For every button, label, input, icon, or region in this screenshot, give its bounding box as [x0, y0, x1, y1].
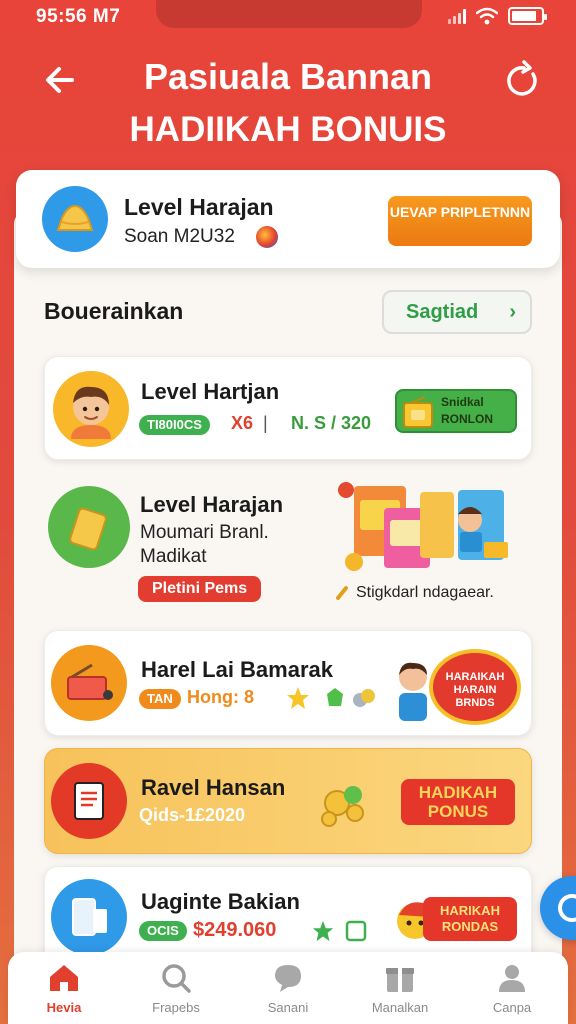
status-icons	[448, 7, 547, 25]
sparkle-icon	[336, 586, 348, 600]
status-bar: 95:56 M7	[0, 0, 576, 34]
nav-label: Sanani	[267, 1000, 309, 1015]
reward-card-3[interactable]: Harel Lai Bamarak TAN Hong: 8 HARAIKAH H…	[44, 630, 532, 736]
signal-icon	[448, 8, 466, 24]
devices-icon	[72, 898, 107, 936]
bonus-badge-button[interactable]: Snidkal RONLON	[395, 389, 517, 433]
bonus-seal-label: HARAIKAH HARAIN BRNDS	[445, 671, 505, 709]
document-avatar	[51, 763, 127, 839]
card-line-2: Moumari Branl.	[140, 522, 269, 543]
card-meta-x: X6	[231, 413, 254, 433]
basket-icon	[67, 663, 113, 700]
support-icon	[558, 894, 576, 922]
reward-card-4[interactable]: Ravel Hansan Qids-1£2020 HADIKAH PONUS	[44, 748, 532, 854]
nav-label: Canpa	[492, 1000, 532, 1015]
nav-item-chat[interactable]: Sanani	[232, 952, 344, 1024]
card-title: Level Hartjan	[141, 379, 280, 404]
profile-icon	[499, 965, 525, 992]
hadikah-bonus-label: HADIKAH PONUS	[418, 783, 498, 821]
coin-pile-icon	[321, 786, 364, 827]
gift-icon	[386, 968, 414, 992]
card-price: $249.060	[193, 919, 277, 941]
boy-face-icon	[71, 386, 111, 439]
card-meta: Hong: 8	[187, 687, 254, 707]
card-pill-button[interactable]: Pletini Pems	[138, 576, 262, 602]
status-time: 95:56 M7	[36, 6, 121, 27]
card-pill: OCIS	[139, 921, 187, 941]
level-cta-button[interactable]: UEVAP PRIPLETNNN	[388, 196, 532, 246]
package-avatar	[48, 486, 130, 568]
see-all-button[interactable]: Sagtiad ›	[382, 290, 532, 334]
level-title: Level Harajan	[124, 194, 274, 220]
level-card[interactable]: Level Harajan Soan M2U32 UEVAP PRIPLETNN…	[16, 170, 560, 268]
card-meta: Qids-1£2020	[139, 805, 246, 825]
reward-card-2[interactable]: Level Harajan Moumari Branl. Madikat Ple…	[44, 478, 532, 612]
reward-card-5[interactable]: Uaginte Bakian OCIS $249.060 HARIKAH RON…	[44, 866, 532, 966]
card-pill: TAN	[139, 689, 181, 709]
harikah-bonus-button[interactable]: HARIKAH RONDAS	[423, 897, 517, 941]
home-icon	[50, 965, 78, 991]
see-all-label: Sagtiad	[406, 301, 479, 323]
app-header: Pasiuala Bannan HADIIKAH BONUIS	[14, 34, 562, 184]
card-caption: Stigkdarl ndagaear.	[356, 584, 494, 601]
section-title: Bouerainkan	[44, 298, 184, 324]
level-subtitle: Soan M2U32	[124, 226, 235, 247]
floating-action-button[interactable]	[540, 876, 576, 940]
boy-avatar	[53, 371, 129, 447]
coins-icon	[353, 689, 375, 707]
bottom-navigation: Hevia Frapebs Sanani Manalkan Canpa	[8, 952, 568, 1024]
refresh-icon	[507, 60, 537, 96]
nav-label: Hevia	[46, 1000, 82, 1015]
device-avatar	[51, 879, 127, 955]
card-title: Uaginte Bakian	[141, 889, 300, 914]
nav-item-gifts[interactable]: Manalkan	[344, 952, 456, 1024]
battery-fill	[512, 11, 536, 21]
star-icon	[312, 920, 334, 942]
products-illustration	[338, 482, 508, 571]
nav-item-profile[interactable]: Canpa	[456, 952, 568, 1024]
gift-box-icon	[403, 396, 433, 428]
nav-item-home[interactable]: Hevia	[8, 952, 120, 1024]
hadikah-bonus-button[interactable]: HADIKAH PONUS	[401, 779, 515, 825]
card-title: Ravel Hansan	[141, 775, 286, 800]
card-pill: TI80I0CS	[139, 415, 210, 435]
search-icon	[162, 964, 191, 993]
page-subtitle: HADIIKAH BONUIS	[129, 110, 447, 149]
ticket-icon	[345, 920, 367, 942]
reward-card-1[interactable]: Level Hartjan TI80I0CS X6 | N. S / 320 S…	[44, 356, 532, 460]
camera-notch	[156, 0, 422, 28]
orb-icon	[256, 226, 278, 248]
level-avatar	[42, 186, 108, 252]
refresh-button[interactable]	[500, 58, 544, 102]
chat-icon	[275, 965, 301, 992]
harikah-bonus-label: HARIKAH RONDAS	[440, 903, 500, 934]
card-meta-value: N. S / 320	[291, 413, 372, 433]
bonus-badge-label: Snidkal RONLON	[441, 395, 493, 426]
card-title: Level Harajan	[140, 492, 284, 517]
nav-label: Manalkan	[371, 1000, 429, 1015]
card-title: Harel Lai Bamarak	[141, 657, 333, 682]
nav-label: Frapebs	[152, 1000, 200, 1015]
chevron-right-icon: ›	[509, 301, 516, 323]
basket-avatar	[51, 645, 127, 721]
wifi-icon	[476, 7, 498, 25]
page-title: Pasiuala Bannan	[143, 56, 433, 97]
nav-item-search[interactable]: Frapebs	[120, 952, 232, 1024]
cake-icon	[56, 204, 94, 231]
card-meta-separator: |	[263, 413, 268, 433]
document-icon	[74, 782, 104, 820]
bonus-seal-button[interactable]: HARAIKAH HARAIN BRNDS	[429, 649, 521, 725]
gem-icon	[327, 688, 343, 706]
battery-icon	[508, 7, 547, 25]
star-icon	[287, 687, 309, 709]
package-icon	[69, 507, 107, 551]
card-line-3: Madikat	[140, 546, 207, 567]
